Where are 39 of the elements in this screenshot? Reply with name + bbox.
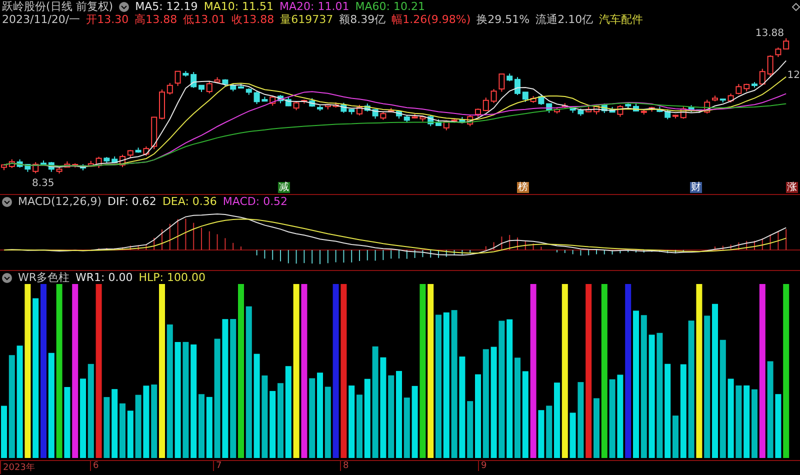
chevron-down-icon[interactable]	[2, 196, 12, 206]
signal-tag: 涨	[786, 182, 798, 193]
chevron-down-icon[interactable]	[119, 2, 130, 12]
signal-tag: 榜	[517, 182, 529, 193]
axis-label: 2023年	[0, 461, 35, 474]
moving-average-value: MA20: 11.01	[280, 0, 350, 13]
indicator-value: HLP: 100.00	[138, 271, 206, 284]
chevron-down-icon[interactable]	[2, 272, 12, 282]
signal-tag: 财	[690, 182, 702, 193]
indicator-value: MACD: 0.52	[222, 195, 288, 208]
date-text: 2023/11/20/一	[2, 13, 80, 26]
moving-average-value: MA5: 12.19	[135, 0, 198, 13]
indicator-value: DEA: 0.36	[162, 195, 217, 208]
quote-value: 额8.39亿	[339, 13, 386, 26]
moving-average-value: MA10: 11.51	[204, 0, 274, 13]
quote-value: 汽车配件	[599, 13, 644, 26]
quote-value: 收13.88	[232, 13, 274, 26]
axis-label: 9	[478, 461, 487, 471]
diamond-icon[interactable]	[792, 2, 800, 10]
indicator-title: MACD(12,26,9)	[18, 195, 102, 208]
indicator-value: DIF: 0.62	[108, 195, 156, 208]
price-label: 13.88	[755, 28, 784, 39]
signal-tag: 减	[278, 182, 290, 193]
quote-value: 量619737	[280, 13, 334, 26]
indicator-value: WR1: 0.00	[76, 271, 133, 284]
axis-label: 8	[340, 461, 349, 471]
moving-average-value: MA60: 10.21	[355, 0, 425, 13]
quote-value: 换29.51%	[476, 13, 530, 26]
quote-value: 高13.88	[134, 13, 178, 26]
quote-value: 开13.30	[86, 13, 129, 26]
axis-label: 7	[213, 461, 222, 471]
quote-value: 流通2.10亿	[536, 13, 594, 26]
quote-value: 低13.01	[183, 13, 226, 26]
price-label: 8.35	[32, 178, 54, 189]
indicator-title: WR多色柱	[18, 271, 70, 284]
stock-title: 跃岭股份(日线 前复权)	[2, 0, 114, 13]
price-label: 12	[787, 70, 800, 81]
axis-label: 6	[90, 461, 99, 471]
quote-value: 幅1.26(9.98%)	[392, 13, 471, 26]
